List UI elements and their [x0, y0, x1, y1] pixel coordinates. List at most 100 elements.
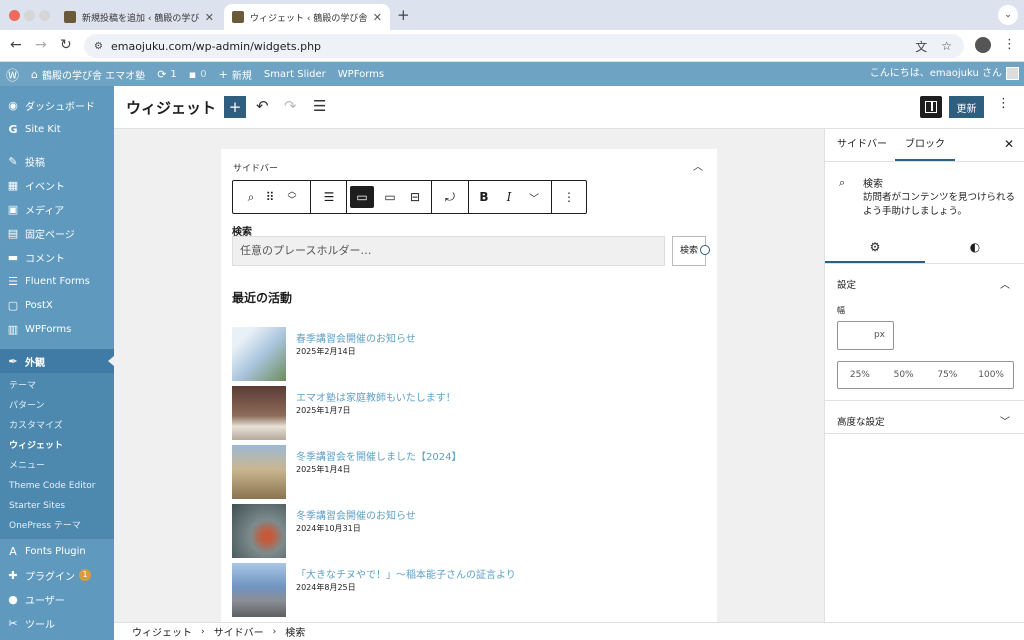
- width-50-button[interactable]: 50%: [882, 362, 926, 388]
- width-percent-group: 25% 50% 75% 100%: [837, 361, 1014, 389]
- forward-icon[interactable]: →: [35, 37, 47, 53]
- transform-icon[interactable]: ⤾: [437, 181, 463, 213]
- updates-link[interactable]: ⟳ 1: [157, 68, 177, 81]
- sidebar-item-comments[interactable]: ▬ コメント: [0, 245, 114, 269]
- more-vert-icon[interactable]: ⋮: [1003, 37, 1016, 52]
- redo-icon[interactable]: ↷: [284, 97, 297, 115]
- tab-block[interactable]: ブロック: [895, 129, 955, 161]
- sidebar-item-dashboard[interactable]: ◉ ダッシュボード: [0, 93, 114, 117]
- howdy-account-link[interactable]: こんにちは、emaojuku さん: [870, 62, 1002, 86]
- sidebar-item-wpforms[interactable]: ▥ WPForms: [0, 317, 114, 341]
- no-button-icon[interactable]: ⊟: [403, 181, 427, 213]
- settings-section-title[interactable]: 設定: [837, 277, 856, 291]
- tab-styles[interactable]: ◐: [925, 231, 1024, 263]
- reload-icon[interactable]: ↻: [60, 37, 72, 53]
- close-tab-icon[interactable]: ✕: [205, 11, 214, 24]
- italic-icon[interactable]: I: [496, 181, 522, 213]
- submenu-widgets[interactable]: ウィジェット: [0, 436, 114, 456]
- list-view-icon[interactable]: ☰: [313, 97, 326, 115]
- align-icon[interactable]: ☰: [313, 181, 345, 213]
- new-tab-icon[interactable]: +: [397, 6, 410, 24]
- submenu-theme-code-editor[interactable]: Theme Code Editor: [0, 476, 114, 496]
- sidebar-item-fluent-forms[interactable]: ☰ Fluent Forms: [0, 269, 114, 293]
- breadcrumb-item[interactable]: サイドバー: [214, 624, 264, 639]
- profile-avatar[interactable]: [975, 37, 991, 53]
- submenu-starter-sites[interactable]: Starter Sites: [0, 496, 114, 516]
- move-up-down-icon[interactable]: ︿ ﹀: [281, 181, 303, 213]
- site-name-link[interactable]: ⌂ 鶴殿の学び舎 エマオ塾: [31, 67, 145, 82]
- sidebar-item-postx[interactable]: ▢ PostX: [0, 293, 114, 317]
- block-options-icon[interactable]: ⋮: [555, 181, 583, 213]
- sidebar-item-users[interactable]: ● ユーザー: [0, 587, 114, 611]
- back-icon[interactable]: ←: [10, 37, 22, 53]
- post-title-link[interactable]: 春季講習会開催のお知らせ: [296, 330, 416, 345]
- browser-tab-active[interactable]: ウィジェット ‹ 鶴殿の学び舎 エマオ塾 — WordPress ✕: [224, 4, 390, 30]
- undo-icon[interactable]: ↶: [256, 97, 269, 115]
- bold-icon[interactable]: B: [471, 181, 497, 213]
- block-settings-panel: サイドバー ブロック ✕ ⌕ 検索 訪問者がコンテンツを見つけられるよう手助けし…: [824, 129, 1024, 640]
- site-settings-icon[interactable]: ⚙: [94, 41, 103, 52]
- button-outside-icon[interactable]: ▭: [350, 181, 374, 213]
- sidebar-item-fonts-plugin[interactable]: A Fonts Plugin: [0, 539, 114, 563]
- minimize-window-button[interactable]: [24, 10, 35, 21]
- sidebar-item-events[interactable]: ▦ イベント: [0, 173, 114, 197]
- close-icon[interactable]: ✕: [1004, 137, 1014, 151]
- tab-search-icon[interactable]: ⌄: [998, 5, 1018, 25]
- settings-sidebar-toggle[interactable]: [920, 96, 942, 118]
- sidebar-item-posts[interactable]: ✎ 投稿: [0, 149, 114, 173]
- chevron-down-icon[interactable]: ﹀: [1000, 413, 1010, 428]
- advanced-section-title[interactable]: 高度な設定: [837, 414, 885, 428]
- wordpress-logo-icon[interactable]: Ⓦ: [6, 65, 19, 84]
- widget-area-sidebar[interactable]: サイドバー ︿ ⌕ ⠿ ︿ ﹀ ☰ ▭ ▭ ⊟ ⤾ B I ﹀ ⋮ 検索 任意のプ…: [221, 149, 717, 622]
- search-icon: ⌕: [839, 176, 846, 189]
- update-button[interactable]: 更新: [949, 96, 984, 118]
- submenu-patterns[interactable]: パターン: [0, 396, 114, 416]
- postx-icon: ▢: [7, 298, 19, 312]
- sidebar-item-site-kit[interactable]: G Site Kit: [0, 117, 114, 141]
- tab-sidebar[interactable]: サイドバー: [837, 129, 887, 161]
- browser-tab[interactable]: 新規投稿を追加 ‹ 鶴殿の学び舎 エマオ塾 — WordPress ✕: [56, 4, 222, 30]
- post-title-link[interactable]: 「大きなチヌやで！」〜稲本能子さんの証言より: [296, 566, 516, 581]
- sidebar-item-media[interactable]: ▣ メディア: [0, 197, 114, 221]
- submenu-onepress-theme[interactable]: OnePress テーマ: [0, 516, 114, 536]
- add-block-button[interactable]: +: [224, 96, 246, 118]
- sidebar-item-pages[interactable]: ▤ 固定ページ: [0, 221, 114, 245]
- maximize-window-button[interactable]: [39, 10, 50, 21]
- drag-handle-icon[interactable]: ⠿: [259, 181, 281, 213]
- tab-title: 新規投稿を追加 ‹ 鶴殿の学び舎 エマオ塾 — WordPress: [82, 13, 199, 24]
- chevron-down-icon[interactable]: ﹀: [521, 181, 547, 213]
- submenu-menus[interactable]: メニュー: [0, 456, 114, 476]
- sidebar-item-appearance[interactable]: ✒ 外観: [0, 349, 114, 373]
- sidebar-item-tools[interactable]: ✂ ツール: [0, 611, 114, 635]
- width-100-button[interactable]: 100%: [969, 362, 1013, 388]
- chevron-up-icon[interactable]: ︿: [1000, 276, 1010, 291]
- comments-link[interactable]: ▪ 0: [189, 68, 207, 81]
- post-title-link[interactable]: 冬季講習会開催のお知らせ: [296, 507, 416, 522]
- resize-handle[interactable]: [700, 245, 710, 255]
- avatar[interactable]: [1006, 67, 1019, 80]
- wpforms-link[interactable]: WPForms: [338, 69, 384, 80]
- url-input[interactable]: ⚙ emaojuku.com/wp-admin/widgets.php 文 ☆: [84, 34, 964, 58]
- smart-slider-link[interactable]: Smart Slider: [264, 69, 326, 80]
- button-inside-icon[interactable]: ▭: [378, 181, 402, 213]
- translate-icon[interactable]: 文: [915, 38, 927, 55]
- submenu-customize[interactable]: カスタマイズ: [0, 416, 114, 436]
- submenu-themes[interactable]: テーマ: [0, 376, 114, 396]
- close-tab-icon[interactable]: ✕: [373, 11, 382, 24]
- chevron-up-icon[interactable]: ︿: [693, 158, 703, 173]
- breadcrumb-item[interactable]: ウィジェット: [132, 624, 192, 639]
- search-placeholder-input[interactable]: 任意のプレースホルダー…: [232, 236, 665, 266]
- bookmark-star-icon[interactable]: ☆: [941, 39, 952, 53]
- post-title-link[interactable]: エマオ塾は家庭教師もいたします！: [296, 389, 456, 404]
- breadcrumb-item[interactable]: 検索: [285, 624, 305, 639]
- post-date: 2024年8月25日: [296, 583, 356, 592]
- sidebar-item-plugins[interactable]: ✚ プラグイン 1: [0, 563, 114, 587]
- width-25-button[interactable]: 25%: [838, 362, 882, 388]
- width-input[interactable]: px: [837, 321, 894, 350]
- post-title-link[interactable]: 冬季講習会を開催しました【2024】: [296, 448, 461, 463]
- width-75-button[interactable]: 75%: [926, 362, 970, 388]
- tab-settings[interactable]: ⚙: [825, 231, 925, 263]
- new-content-link[interactable]: + 新規: [219, 67, 252, 82]
- close-window-button[interactable]: [9, 10, 20, 21]
- options-menu-icon[interactable]: ⋮: [997, 96, 1010, 111]
